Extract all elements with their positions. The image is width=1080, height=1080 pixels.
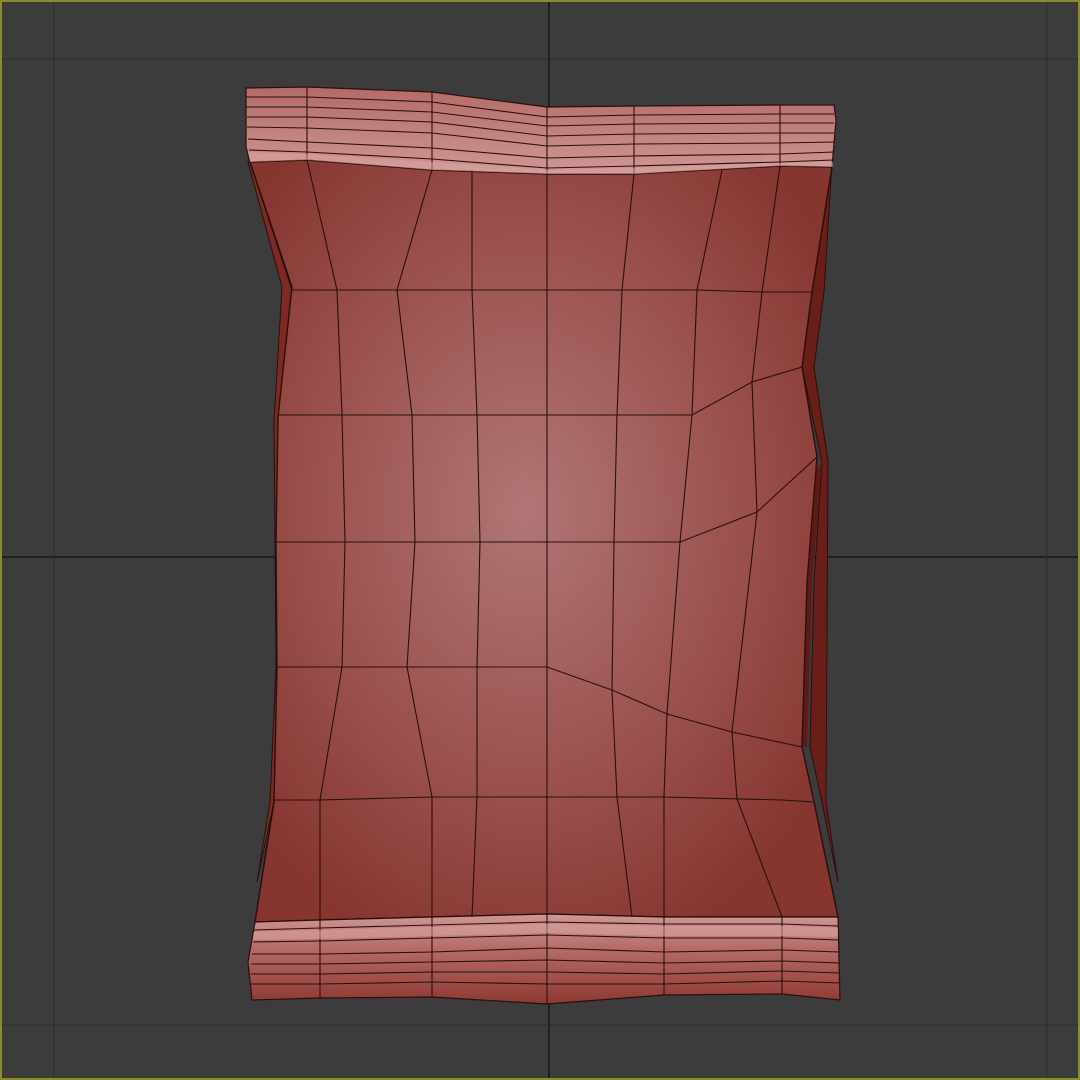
3d-viewport[interactable] [0, 0, 1080, 1080]
bag-front-panel [249, 159, 839, 923]
chip-bag-mesh[interactable] [245, 86, 841, 1005]
viewport-canvas[interactable] [2, 2, 1080, 1080]
